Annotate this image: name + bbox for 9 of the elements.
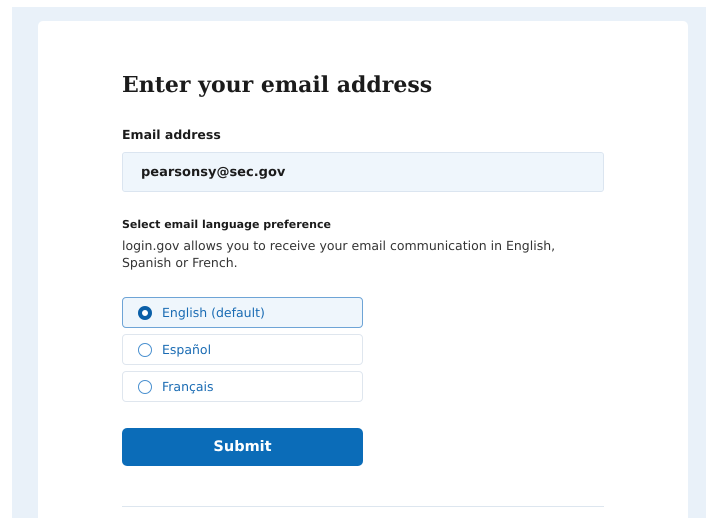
hint-text: login.gov allows you to receive your email communication in English, Spanish or French.: [122, 237, 556, 271]
email-field[interactable]: pearsonsy@sec.gov: [122, 152, 604, 192]
submit-button[interactable]: Submit: [122, 428, 363, 466]
page-heading: Enter your email address: [122, 71, 434, 100]
language-option[interactable]: Español: [122, 334, 363, 365]
field-label: Email address: [122, 127, 222, 142]
section-label: Select email language preference: [122, 218, 332, 231]
language-option[interactable]: English (default): [122, 297, 363, 328]
language-option[interactable]: Français: [122, 371, 363, 402]
